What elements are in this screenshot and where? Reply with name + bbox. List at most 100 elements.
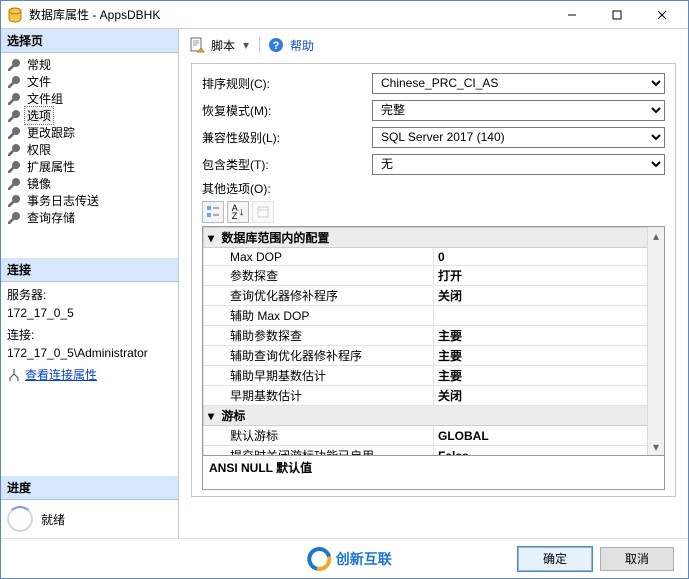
property-grid[interactable]: ▾ 数据库范围内的配置Max DOP0参数探查打开查询优化器修补程序关闭辅助 M… bbox=[202, 226, 665, 456]
nav-item-5[interactable]: 权限 bbox=[1, 141, 178, 158]
wrench-icon bbox=[7, 92, 21, 106]
nav-item-1[interactable]: 文件 bbox=[1, 73, 178, 90]
help-button[interactable]: 帮助 bbox=[290, 37, 314, 54]
grid-row[interactable]: Max DOP0 bbox=[204, 248, 664, 266]
nav-item-3[interactable]: 选项 bbox=[1, 107, 178, 124]
ok-button[interactable]: 确定 bbox=[518, 547, 592, 571]
section-progress: 进度 bbox=[1, 476, 178, 500]
grid-row[interactable]: 参数探查打开 bbox=[204, 266, 664, 286]
progress-status: 就绪 bbox=[41, 511, 65, 528]
grid-value[interactable]: 主要 bbox=[434, 346, 664, 366]
nav-item-7[interactable]: 镜像 bbox=[1, 175, 178, 192]
grid-key: 辅助查询优化器修补程序 bbox=[204, 346, 434, 366]
nav-item-label: 更改跟踪 bbox=[25, 124, 77, 141]
svg-text:?: ? bbox=[273, 40, 280, 52]
containment-label: 包含类型(T): bbox=[202, 156, 372, 173]
compat-select[interactable]: SQL Server 2017 (140) bbox=[372, 127, 665, 148]
nav-item-0[interactable]: 常规 bbox=[1, 56, 178, 73]
right-panel: 脚本 ▾ ? 帮助 排序规则(C): Chinese_PRC_CI_AS 恢复模… bbox=[179, 29, 688, 538]
nav-item-2[interactable]: 文件组 bbox=[1, 90, 178, 107]
grid-value[interactable]: 主要 bbox=[434, 326, 664, 346]
grid-value[interactable]: GLOBAL bbox=[434, 426, 664, 446]
grid-key: Max DOP bbox=[204, 248, 434, 266]
grid-key: 辅助参数探查 bbox=[204, 326, 434, 346]
script-icon bbox=[189, 37, 205, 53]
grid-category[interactable]: ▾ 数据库范围内的配置 bbox=[204, 228, 664, 248]
window-title: 数据库属性 - AppsDBHK bbox=[29, 6, 549, 23]
grid-value[interactable]: 关闭 bbox=[434, 286, 664, 306]
wrench-icon bbox=[7, 177, 21, 191]
nav-item-9[interactable]: 查询存储 bbox=[1, 209, 178, 226]
grid-key: 早期基数估计 bbox=[204, 386, 434, 406]
property-pages-button[interactable] bbox=[252, 201, 274, 223]
wrench-icon bbox=[7, 109, 21, 123]
toolbar: 脚本 ▾ ? 帮助 bbox=[179, 29, 688, 59]
server-value: 172_17_0_5 bbox=[7, 304, 172, 322]
connection-block: 服务器: 172_17_0_5 连接: 172_17_0_5\Administr… bbox=[1, 282, 178, 394]
wrench-icon bbox=[7, 194, 21, 208]
section-select-page: 选择页 bbox=[1, 29, 178, 53]
page-nav-list: 常规文件文件组选项更改跟踪权限扩展属性镜像事务日志传送查询存储 bbox=[1, 53, 178, 234]
grid-row[interactable]: 辅助查询优化器修补程序主要 bbox=[204, 346, 664, 366]
nav-item-label: 文件 bbox=[25, 73, 53, 90]
scroll-down-icon[interactable]: ▾ bbox=[648, 438, 664, 455]
script-button[interactable]: 脚本 bbox=[211, 37, 235, 54]
grid-row[interactable]: 辅助参数探查主要 bbox=[204, 326, 664, 346]
grid-key: 辅助早期基数估计 bbox=[204, 366, 434, 386]
recovery-label: 恢复模式(M): bbox=[202, 102, 372, 119]
grid-value[interactable]: 打开 bbox=[434, 266, 664, 286]
progress-spinner-icon bbox=[7, 506, 33, 532]
grid-value[interactable] bbox=[434, 306, 664, 326]
alphabetical-button[interactable]: AZ↓ bbox=[227, 201, 249, 223]
grid-key: 查询优化器修补程序 bbox=[204, 286, 434, 306]
grid-value[interactable]: 主要 bbox=[434, 366, 664, 386]
nav-item-label: 文件组 bbox=[25, 90, 65, 107]
recovery-select[interactable]: 完整 bbox=[372, 100, 665, 121]
section-connection: 连接 bbox=[1, 258, 178, 282]
watermark-logo-icon bbox=[306, 546, 332, 572]
grid-row[interactable]: 早期基数估计关闭 bbox=[204, 386, 664, 406]
view-connection-properties-link[interactable]: 查看连接属性 bbox=[25, 366, 97, 384]
maximize-button[interactable] bbox=[594, 1, 639, 29]
nav-item-label: 镜像 bbox=[25, 175, 53, 192]
progress-block: 就绪 bbox=[1, 500, 178, 538]
other-options-label: 其他选项(O): bbox=[202, 180, 665, 197]
grid-row[interactable]: 辅助 Max DOP bbox=[204, 306, 664, 326]
watermark: 创新互联 bbox=[306, 546, 392, 572]
collation-label: 排序规则(C): bbox=[202, 75, 372, 92]
app-icon bbox=[7, 7, 23, 23]
connection-label: 连接: bbox=[7, 326, 172, 344]
categorized-button[interactable] bbox=[202, 201, 224, 223]
wrench-icon bbox=[7, 143, 21, 157]
nav-item-8[interactable]: 事务日志传送 bbox=[1, 192, 178, 209]
grid-value[interactable]: 0 bbox=[434, 248, 664, 266]
containment-select[interactable]: 无 bbox=[372, 154, 665, 175]
grid-row[interactable]: 查询优化器修补程序关闭 bbox=[204, 286, 664, 306]
wrench-icon bbox=[7, 126, 21, 140]
left-panel: 选择页 常规文件文件组选项更改跟踪权限扩展属性镜像事务日志传送查询存储 连接 服… bbox=[1, 29, 179, 538]
grid-category[interactable]: ▾ 游标 bbox=[204, 406, 664, 426]
nav-item-label: 查询存储 bbox=[25, 209, 77, 226]
grid-row[interactable]: 默认游标GLOBAL bbox=[204, 426, 664, 446]
connection-value: 172_17_0_5\Administrator bbox=[7, 344, 172, 362]
grid-value[interactable]: 关闭 bbox=[434, 386, 664, 406]
connection-properties-icon bbox=[7, 368, 21, 382]
grid-row[interactable]: 辅助早期基数估计主要 bbox=[204, 366, 664, 386]
script-dropdown-icon[interactable]: ▾ bbox=[241, 38, 251, 52]
nav-item-label: 权限 bbox=[25, 141, 53, 158]
minimize-button[interactable] bbox=[549, 1, 594, 29]
grid-scrollbar[interactable]: ▴ ▾ bbox=[647, 227, 664, 455]
close-button[interactable] bbox=[639, 1, 684, 29]
cancel-button[interactable]: 取消 bbox=[600, 547, 674, 571]
nav-item-6[interactable]: 扩展属性 bbox=[1, 158, 178, 175]
grid-key: 默认游标 bbox=[204, 426, 434, 446]
nav-item-label: 事务日志传送 bbox=[25, 192, 101, 209]
grid-row[interactable]: 提交时关闭游标功能已启用False bbox=[204, 446, 664, 457]
scroll-up-icon[interactable]: ▴ bbox=[648, 227, 664, 244]
property-description: ANSI NULL 默认值 bbox=[202, 456, 665, 490]
nav-item-label: 扩展属性 bbox=[25, 158, 77, 175]
nav-item-4[interactable]: 更改跟踪 bbox=[1, 124, 178, 141]
wrench-icon bbox=[7, 58, 21, 72]
grid-value[interactable]: False bbox=[434, 446, 664, 457]
collation-select[interactable]: Chinese_PRC_CI_AS bbox=[372, 73, 665, 94]
